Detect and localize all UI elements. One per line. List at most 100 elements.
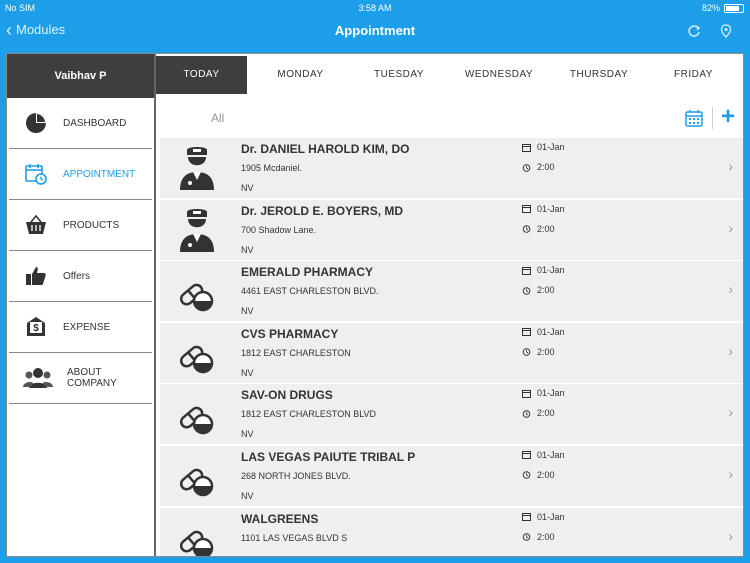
- add-appointment-button[interactable]: +: [721, 105, 735, 129]
- appointment-date: 01-Jan: [522, 142, 565, 152]
- main-frame: Vaibhav P DASHBOARD APPOINTMENT PRODUCTS…: [6, 53, 744, 557]
- all-filter[interactable]: All: [211, 111, 224, 125]
- list-item[interactable]: SAV-ON DRUGS 1812 EAST CHARLESTON BLVD N…: [160, 384, 743, 445]
- chevron-right-icon: ›: [728, 465, 733, 482]
- appointment-time: 2:00: [522, 162, 555, 172]
- map-pin-icon[interactable]: [718, 24, 734, 40]
- date-text: 01-Jan: [537, 388, 565, 399]
- alarm-clock-icon: [522, 410, 531, 418]
- filter-bar: All +: [156, 98, 743, 138]
- appointment-name: WALGREENS: [241, 511, 319, 526]
- calendar-icon: [522, 328, 531, 337]
- sidebar-item-expense[interactable]: $ EXPENSE: [9, 302, 152, 353]
- appointment-name: LAS VEGAS PAIUTE TRIBAL P: [241, 449, 416, 464]
- appointment-time: 2:00: [522, 470, 555, 480]
- appointment-state: NV: [241, 244, 254, 255]
- pill-icon: [178, 331, 216, 375]
- appointment-date: 01-Jan: [522, 388, 565, 398]
- appointment-name: Dr. DANIEL HAROLD KIM, DO: [241, 142, 410, 156]
- appointment-name: Dr. JEROLD E. BOYERS, MD: [241, 203, 404, 218]
- date-text: 01-Jan: [537, 203, 565, 214]
- appointment-state: NV: [241, 183, 254, 193]
- appointment-date: 01-Jan: [522, 450, 565, 460]
- sidebar-item-label: PRODUCTS: [63, 219, 120, 231]
- chevron-right-icon: ›: [728, 527, 733, 544]
- sidebar: Vaibhav P DASHBOARD APPOINTMENT PRODUCTS…: [7, 54, 156, 556]
- list-item[interactable]: WALGREENS 1101 LAS VEGAS BLVD S 01-Jan 2…: [160, 507, 743, 556]
- alarm-clock-icon: [522, 348, 531, 357]
- appointment-address: 268 NORTH JONES BLVD.: [241, 470, 351, 481]
- appointment-date: 01-Jan: [522, 265, 565, 275]
- sidebar-item-dashboard[interactable]: DASHBOARD: [9, 98, 152, 149]
- tab-friday[interactable]: FRIDAY: [644, 56, 743, 94]
- tab-wednesday[interactable]: WEDNESDAY: [444, 56, 554, 94]
- alarm-clock-icon: [522, 225, 531, 233]
- list-item[interactable]: Dr. DANIEL HAROLD KIM, DO 1905 Mcdaniel.…: [160, 138, 743, 198]
- time-text: 2:00: [537, 223, 555, 234]
- appointment-time: 2:00: [522, 532, 555, 542]
- pill-icon: [178, 392, 216, 436]
- calendar-icon: [522, 143, 531, 152]
- user-name: Vaibhav P: [7, 54, 154, 98]
- chevron-right-icon: ›: [728, 281, 733, 298]
- calendar-icon: [522, 513, 531, 522]
- sidebar-item-about-company[interactable]: ABOUT COMPANY: [9, 353, 152, 404]
- calendar-icon: [522, 451, 531, 460]
- list-item[interactable]: LAS VEGAS PAIUTE TRIBAL P 268 NORTH JONE…: [160, 445, 743, 506]
- appointment-time: 2:00: [522, 347, 555, 357]
- money-envelope-icon: $: [23, 314, 49, 340]
- status-bar: No SIM 3:58 AM 82%: [0, 0, 750, 16]
- day-tabs: TODAY MONDAY TUESDAY WEDNESDAY THURSDAY …: [156, 56, 743, 96]
- sidebar-item-appointment[interactable]: APPOINTMENT: [9, 149, 152, 200]
- chevron-right-icon: ›: [728, 158, 733, 174]
- tab-tuesday[interactable]: TUESDAY: [354, 56, 444, 94]
- refresh-icon[interactable]: [686, 24, 702, 40]
- alarm-clock-icon: [522, 163, 531, 172]
- divider: [712, 107, 713, 129]
- calendar-icon[interactable]: [685, 109, 703, 127]
- basket-icon: [23, 212, 49, 238]
- svg-text:$: $: [33, 323, 39, 334]
- appointment-address: 1905 Mcdaniel.: [241, 163, 303, 173]
- tab-today[interactable]: TODAY: [156, 56, 247, 94]
- alarm-clock-icon: [522, 286, 531, 295]
- battery-percent: 82%: [701, 3, 720, 13]
- appointment-name: CVS PHARMACY: [241, 326, 339, 341]
- people-icon: [23, 365, 53, 391]
- date-text: 01-Jan: [537, 511, 565, 522]
- appointment-name: SAV-ON DRUGS: [241, 388, 333, 403]
- alarm-clock-icon: [522, 533, 531, 541]
- appointment-address: 1812 EAST CHARLESTON BLVD: [241, 409, 377, 420]
- pill-icon: [178, 516, 216, 556]
- thumbs-up-icon: [23, 263, 49, 289]
- time-text: 2:00: [537, 531, 555, 542]
- status-time: 3:58 AM: [358, 3, 392, 13]
- appointment-name: EMERALD PHARMACY: [241, 265, 373, 280]
- appointment-date: 01-Jan: [522, 204, 565, 214]
- calendar-clock-icon: [23, 161, 49, 187]
- date-text: 01-Jan: [537, 142, 565, 152]
- calendar-icon: [522, 389, 531, 398]
- appointment-address: 1101 LAS VEGAS BLVD S: [241, 532, 348, 543]
- pill-icon: [178, 454, 216, 498]
- appointment-state: NV: [241, 367, 254, 378]
- list-item[interactable]: CVS PHARMACY 1812 EAST CHARLESTON NV 01-…: [160, 322, 743, 383]
- appointment-address: 1812 EAST CHARLESTON: [241, 347, 351, 358]
- doctor-icon: [178, 208, 216, 252]
- list-item[interactable]: Dr. JEROLD E. BOYERS, MD 700 Shadow Lane…: [160, 199, 743, 260]
- sidebar-item-products[interactable]: PRODUCTS: [9, 200, 152, 251]
- time-text: 2:00: [537, 346, 555, 357]
- list-item[interactable]: EMERALD PHARMACY 4461 EAST CHARLESTON BL…: [160, 261, 743, 322]
- tab-thursday[interactable]: THURSDAY: [554, 56, 644, 94]
- calendar-icon: [522, 205, 531, 214]
- chevron-right-icon: ›: [728, 219, 733, 236]
- navigation-bar: ‹ Modules Appointment: [0, 16, 750, 46]
- appointment-list: Dr. DANIEL HAROLD KIM, DO 1905 Mcdaniel.…: [160, 138, 743, 556]
- tab-monday[interactable]: MONDAY: [247, 56, 354, 94]
- doctor-icon: [178, 146, 216, 190]
- appointment-state: NV: [241, 306, 254, 317]
- appointment-time: 2:00: [522, 408, 555, 418]
- pill-icon: [178, 269, 216, 313]
- sidebar-item-offers[interactable]: Offers: [9, 251, 152, 302]
- battery-icon: [724, 4, 744, 13]
